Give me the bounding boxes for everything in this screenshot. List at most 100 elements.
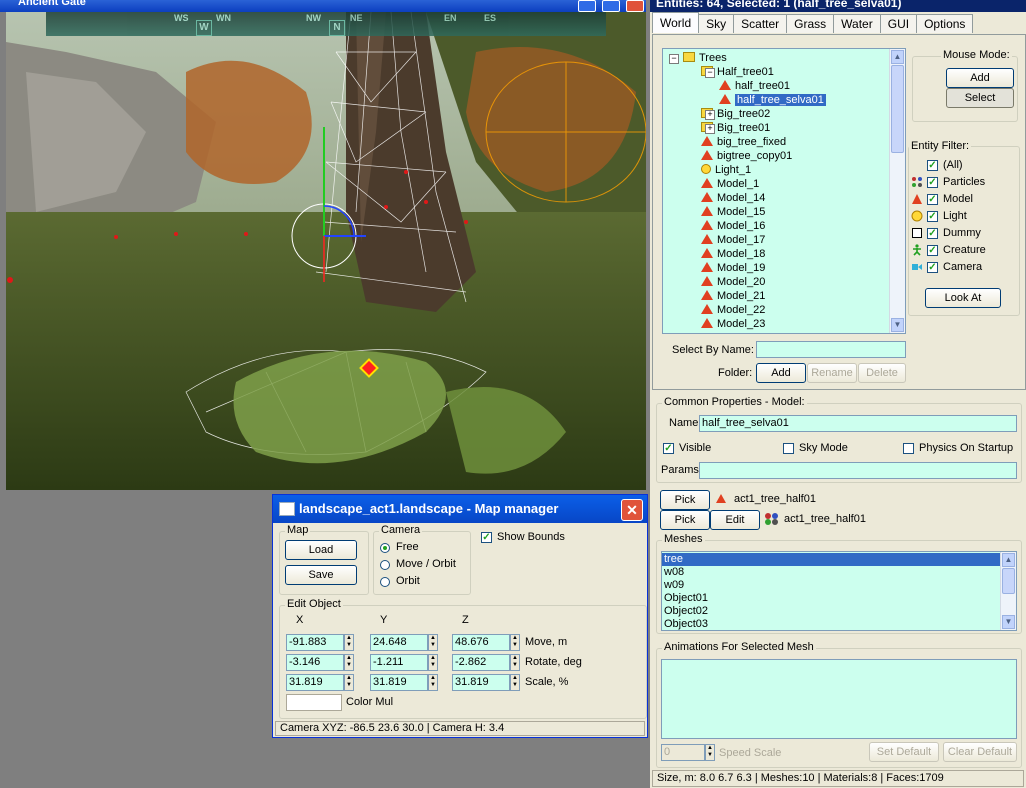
filter-checkbox[interactable]: ✓: [927, 228, 938, 239]
mesh-item[interactable]: w08: [664, 566, 684, 579]
scroll-thumb[interactable]: [891, 65, 904, 153]
map-manager-close-button[interactable]: ✕: [621, 499, 643, 521]
tree-scrollbar[interactable]: ▲ ▼: [889, 49, 905, 333]
tree-item[interactable]: Model_22: [701, 303, 765, 317]
mesh-item[interactable]: w09: [664, 579, 684, 592]
tree-item[interactable]: Light_1: [701, 163, 751, 177]
filter-checkbox[interactable]: ✓: [927, 160, 938, 171]
meshes-scrollbar[interactable]: ▲ ▼: [1000, 552, 1016, 630]
move-z-spinner[interactable]: ▲ ▼: [510, 634, 520, 651]
move-z-field[interactable]: 48.676: [452, 634, 510, 651]
tree-item[interactable]: half_tree_selva01: [719, 93, 826, 107]
mouse-mode-add-button[interactable]: Add: [946, 68, 1014, 88]
move-y-field[interactable]: 24.648: [370, 634, 428, 651]
meshes-scroll-down-icon[interactable]: ▼: [1002, 615, 1015, 629]
folder-rename-button[interactable]: Rename: [807, 363, 857, 383]
camera-move-orbit-radio[interactable]: [380, 560, 390, 570]
rotate-z-spinner[interactable]: ▲ ▼: [510, 654, 520, 671]
tab-water[interactable]: Water: [833, 14, 881, 33]
look-at-button[interactable]: Look At: [925, 288, 1001, 308]
tree-item[interactable]: Model_17: [701, 233, 765, 247]
close-window-button[interactable]: [626, 0, 644, 12]
name-field[interactable]: half_tree_selva01: [699, 415, 1017, 432]
entity-tree[interactable]: − Trees − Half_tree01 half_tree01 half_tree_s…: [662, 48, 906, 334]
collapse-icon[interactable]: −: [705, 68, 715, 78]
tree-item[interactable]: Model_15: [701, 205, 765, 219]
pick-button-1[interactable]: Pick: [660, 490, 710, 510]
mouse-mode-select-button[interactable]: Select: [946, 88, 1014, 108]
folder-delete-button[interactable]: Delete: [858, 363, 906, 383]
move-y-spinner[interactable]: ▲ ▼: [428, 634, 438, 651]
camera-free-radio[interactable]: [380, 543, 390, 553]
mesh-item[interactable]: Object01: [664, 592, 708, 605]
pick-button-2[interactable]: Pick: [660, 510, 710, 530]
expand-icon[interactable]: +: [705, 110, 715, 120]
clear-default-button[interactable]: Clear Default: [943, 742, 1017, 762]
tree-item[interactable]: Model_20: [701, 275, 765, 289]
select-by-name-input[interactable]: [756, 341, 906, 358]
expand-icon[interactable]: +: [705, 124, 715, 134]
move-x-field[interactable]: -91.883: [286, 634, 344, 651]
meshes-scroll-up-icon[interactable]: ▲: [1002, 553, 1015, 567]
params-field[interactable]: [699, 462, 1017, 479]
scale-z-spinner[interactable]: ▲ ▼: [510, 674, 520, 691]
show-bounds-checkbox[interactable]: ✓: [481, 532, 492, 543]
physics-on-startup-checkbox[interactable]: [903, 443, 914, 454]
mesh-item[interactable]: tree: [662, 553, 1002, 566]
filter-checkbox[interactable]: ✓: [927, 262, 938, 273]
map-manager-titlebar[interactable]: landscape_act1.landscape - Map manager ✕: [273, 495, 647, 523]
tree-item[interactable]: + Big_tree02: [701, 107, 770, 121]
tree-item[interactable]: Model_1: [701, 177, 759, 191]
animations-list[interactable]: [661, 659, 1017, 739]
tab-options[interactable]: Options: [916, 14, 974, 33]
speed-scale-spinner[interactable]: ▲ ▼: [705, 744, 715, 761]
filter-checkbox[interactable]: ✓: [927, 245, 938, 256]
camera-orbit-radio[interactable]: [380, 577, 390, 587]
tree-item[interactable]: − Half_tree01: [701, 65, 774, 79]
tree-item[interactable]: bigtree_copy01: [701, 149, 792, 163]
collapse-icon[interactable]: −: [669, 54, 679, 64]
meshes-scroll-thumb[interactable]: [1002, 568, 1015, 594]
minimize-button[interactable]: [578, 0, 596, 12]
scroll-up-icon[interactable]: ▲: [891, 50, 904, 64]
mesh-item[interactable]: Object03: [664, 618, 708, 630]
visible-checkbox[interactable]: ✓: [663, 443, 674, 454]
maximize-button[interactable]: [602, 0, 620, 12]
scene-viewport[interactable]: WS W WN NW N NE EN ES: [6, 12, 646, 490]
scale-y-field[interactable]: 31.819: [370, 674, 428, 691]
tab-gui[interactable]: GUI: [879, 14, 918, 33]
tree-item[interactable]: big_tree_fixed: [701, 135, 786, 149]
scale-y-spinner[interactable]: ▲ ▼: [428, 674, 438, 691]
filter-checkbox[interactable]: ✓: [927, 194, 938, 205]
tree-item[interactable]: Model_21: [701, 289, 765, 303]
tree-item[interactable]: Model_16: [701, 219, 765, 233]
tree-item[interactable]: Model_19: [701, 261, 765, 275]
meshes-list[interactable]: tree w08 w09 Object01 Object02 Object03 ▲ ▼: [661, 551, 1017, 631]
sky-mode-checkbox[interactable]: [783, 443, 794, 454]
set-default-button[interactable]: Set Default: [869, 742, 939, 762]
rotate-x-spinner[interactable]: ▲ ▼: [344, 654, 354, 671]
tree-item[interactable]: Model_18: [701, 247, 765, 261]
mesh-item[interactable]: Object02: [664, 605, 708, 618]
move-x-spinner[interactable]: ▲ ▼: [344, 634, 354, 651]
rotate-x-field[interactable]: -3.146: [286, 654, 344, 671]
save-button[interactable]: Save: [285, 565, 357, 585]
tree-item[interactable]: half_tree01: [719, 79, 790, 93]
tree-item[interactable]: Model_14: [701, 191, 765, 205]
tab-grass[interactable]: Grass: [786, 14, 835, 33]
tree-item[interactable]: Model_23: [701, 317, 765, 331]
rotate-y-field[interactable]: -1.211: [370, 654, 428, 671]
scale-z-field[interactable]: 31.819: [452, 674, 510, 691]
tree-item[interactable]: + Big_tree01: [701, 121, 770, 135]
color-mul-swatch[interactable]: [286, 694, 342, 711]
scale-x-field[interactable]: 31.819: [286, 674, 344, 691]
speed-scale-input[interactable]: 0: [661, 744, 705, 761]
tab-sky[interactable]: Sky: [698, 14, 735, 33]
load-button[interactable]: Load: [285, 540, 357, 560]
edit-button[interactable]: Edit: [710, 510, 760, 530]
scroll-down-icon[interactable]: ▼: [891, 318, 904, 332]
folder-add-button[interactable]: Add: [756, 363, 806, 383]
scale-x-spinner[interactable]: ▲ ▼: [344, 674, 354, 691]
tab-world[interactable]: World: [652, 12, 700, 33]
filter-checkbox[interactable]: ✓: [927, 177, 938, 188]
